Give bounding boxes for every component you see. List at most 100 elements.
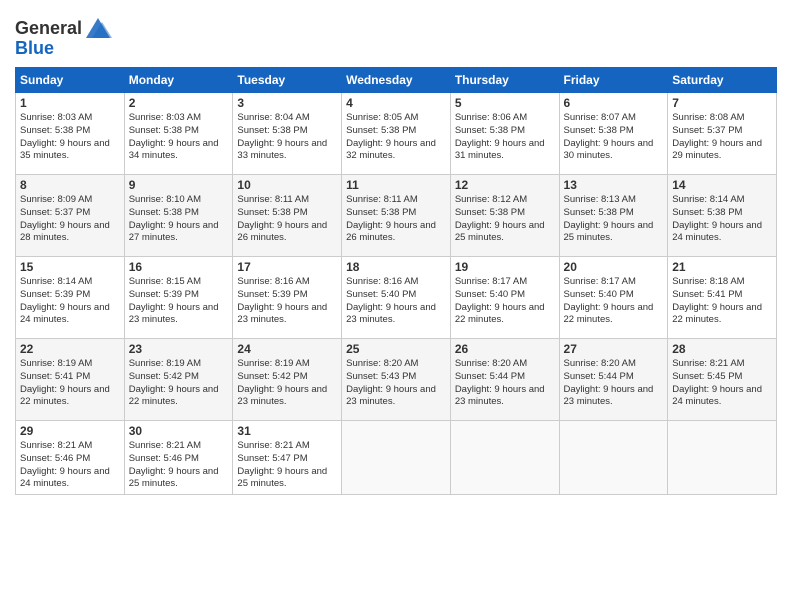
- day-number: 28: [672, 342, 772, 356]
- day-number: 6: [564, 96, 664, 110]
- day-number: 30: [129, 424, 229, 438]
- cell-info: Sunrise: 8:17 AMSunset: 5:40 PMDaylight:…: [455, 276, 555, 327]
- cell-info: Sunrise: 8:08 AMSunset: 5:37 PMDaylight:…: [672, 112, 772, 163]
- day-number: 24: [237, 342, 337, 356]
- cell-info: Sunrise: 8:07 AMSunset: 5:38 PMDaylight:…: [564, 112, 664, 163]
- cell-info: Sunrise: 8:11 AMSunset: 5:38 PMDaylight:…: [346, 194, 446, 245]
- day-number: 13: [564, 178, 664, 192]
- calendar-cell: 31 Sunrise: 8:21 AMSunset: 5:47 PMDayligh…: [233, 421, 342, 495]
- day-number: 25: [346, 342, 446, 356]
- week-row-1: 1 Sunrise: 8:03 AMSunset: 5:38 PMDaylight…: [16, 93, 777, 175]
- cell-info: Sunrise: 8:19 AMSunset: 5:41 PMDaylight:…: [20, 358, 120, 409]
- page-container: General Blue SundayMondayTuesdayWednesda…: [0, 0, 792, 505]
- page-header: General Blue: [15, 10, 777, 59]
- calendar-cell: 24 Sunrise: 8:19 AMSunset: 5:42 PMDayligh…: [233, 339, 342, 421]
- weekday-header-monday: Monday: [124, 68, 233, 93]
- day-number: 20: [564, 260, 664, 274]
- cell-info: Sunrise: 8:04 AMSunset: 5:38 PMDaylight:…: [237, 112, 337, 163]
- logo-icon: [84, 14, 112, 42]
- day-number: 11: [346, 178, 446, 192]
- day-number: 5: [455, 96, 555, 110]
- cell-info: Sunrise: 8:18 AMSunset: 5:41 PMDaylight:…: [672, 276, 772, 327]
- weekday-header-thursday: Thursday: [450, 68, 559, 93]
- day-number: 8: [20, 178, 120, 192]
- cell-info: Sunrise: 8:10 AMSunset: 5:38 PMDaylight:…: [129, 194, 229, 245]
- calendar-cell: 9 Sunrise: 8:10 AMSunset: 5:38 PMDaylight…: [124, 175, 233, 257]
- calendar-cell: 19 Sunrise: 8:17 AMSunset: 5:40 PMDayligh…: [450, 257, 559, 339]
- calendar-cell: 30 Sunrise: 8:21 AMSunset: 5:46 PMDayligh…: [124, 421, 233, 495]
- calendar-cell: 7Sunrise: 8:08 AMSunset: 5:37 PMDaylight…: [668, 93, 777, 175]
- cell-info: Sunrise: 8:21 AMSunset: 5:47 PMDaylight:…: [237, 440, 337, 491]
- calendar-cell: 29 Sunrise: 8:21 AMSunset: 5:46 PMDayligh…: [16, 421, 125, 495]
- logo: General Blue: [15, 14, 112, 59]
- weekday-header-saturday: Saturday: [668, 68, 777, 93]
- calendar-cell: 1 Sunrise: 8:03 AMSunset: 5:38 PMDaylight…: [16, 93, 125, 175]
- day-number: 31: [237, 424, 337, 438]
- day-number: 19: [455, 260, 555, 274]
- logo-general-text: General: [15, 18, 82, 39]
- week-row-4: 22 Sunrise: 8:19 AMSunset: 5:41 PMDayligh…: [16, 339, 777, 421]
- cell-info: Sunrise: 8:09 AMSunset: 5:37 PMDaylight:…: [20, 194, 120, 245]
- week-row-5: 29 Sunrise: 8:21 AMSunset: 5:46 PMDayligh…: [16, 421, 777, 495]
- cell-info: Sunrise: 8:20 AMSunset: 5:44 PMDaylight:…: [564, 358, 664, 409]
- calendar-cell: 25 Sunrise: 8:20 AMSunset: 5:43 PMDayligh…: [342, 339, 451, 421]
- calendar-cell: 14 Sunrise: 8:14 AMSunset: 5:38 PMDayligh…: [668, 175, 777, 257]
- calendar-cell: 6 Sunrise: 8:07 AMSunset: 5:38 PMDaylight…: [559, 93, 668, 175]
- weekday-header-sunday: Sunday: [16, 68, 125, 93]
- day-number: 22: [20, 342, 120, 356]
- calendar-cell: 4Sunrise: 8:05 AMSunset: 5:38 PMDaylight…: [342, 93, 451, 175]
- day-number: 14: [672, 178, 772, 192]
- calendar-cell: 16Sunrise: 8:15 AMSunset: 5:39 PMDayligh…: [124, 257, 233, 339]
- cell-info: Sunrise: 8:19 AMSunset: 5:42 PMDaylight:…: [129, 358, 229, 409]
- cell-info: Sunrise: 8:06 AMSunset: 5:38 PMDaylight:…: [455, 112, 555, 163]
- day-number: 23: [129, 342, 229, 356]
- cell-info: Sunrise: 8:21 AMSunset: 5:46 PMDaylight:…: [20, 440, 120, 491]
- day-number: 26: [455, 342, 555, 356]
- day-number: 9: [129, 178, 229, 192]
- calendar-cell: 3 Sunrise: 8:04 AMSunset: 5:38 PMDaylight…: [233, 93, 342, 175]
- calendar-cell: [668, 421, 777, 495]
- calendar-cell: 23 Sunrise: 8:19 AMSunset: 5:42 PMDayligh…: [124, 339, 233, 421]
- cell-info: Sunrise: 8:15 AMSunset: 5:39 PMDaylight:…: [129, 276, 229, 327]
- cell-info: Sunrise: 8:19 AMSunset: 5:42 PMDaylight:…: [237, 358, 337, 409]
- day-number: 17: [237, 260, 337, 274]
- cell-info: Sunrise: 8:13 AMSunset: 5:38 PMDaylight:…: [564, 194, 664, 245]
- cell-info: Sunrise: 8:20 AMSunset: 5:43 PMDaylight:…: [346, 358, 446, 409]
- calendar-cell: 20 Sunrise: 8:17 AMSunset: 5:40 PMDayligh…: [559, 257, 668, 339]
- calendar-cell: 17 Sunrise: 8:16 AMSunset: 5:39 PMDayligh…: [233, 257, 342, 339]
- week-row-2: 8 Sunrise: 8:09 AMSunset: 5:37 PMDaylight…: [16, 175, 777, 257]
- week-row-3: 15Sunrise: 8:14 AMSunset: 5:39 PMDayligh…: [16, 257, 777, 339]
- weekday-header-wednesday: Wednesday: [342, 68, 451, 93]
- calendar-cell: [559, 421, 668, 495]
- day-number: 29: [20, 424, 120, 438]
- day-number: 21: [672, 260, 772, 274]
- calendar-cell: [450, 421, 559, 495]
- calendar-cell: 12 Sunrise: 8:12 AMSunset: 5:38 PMDayligh…: [450, 175, 559, 257]
- cell-info: Sunrise: 8:14 AMSunset: 5:38 PMDaylight:…: [672, 194, 772, 245]
- calendar-cell: 13 Sunrise: 8:13 AMSunset: 5:38 PMDayligh…: [559, 175, 668, 257]
- cell-info: Sunrise: 8:16 AMSunset: 5:40 PMDaylight:…: [346, 276, 446, 327]
- calendar-cell: [342, 421, 451, 495]
- day-number: 27: [564, 342, 664, 356]
- day-number: 3: [237, 96, 337, 110]
- calendar-cell: 15Sunrise: 8:14 AMSunset: 5:39 PMDayligh…: [16, 257, 125, 339]
- cell-info: Sunrise: 8:17 AMSunset: 5:40 PMDaylight:…: [564, 276, 664, 327]
- cell-info: Sunrise: 8:03 AMSunset: 5:38 PMDaylight:…: [20, 112, 120, 163]
- weekday-header-friday: Friday: [559, 68, 668, 93]
- day-number: 18: [346, 260, 446, 274]
- cell-info: Sunrise: 8:21 AMSunset: 5:46 PMDaylight:…: [129, 440, 229, 491]
- calendar-cell: 2 Sunrise: 8:03 AMSunset: 5:38 PMDaylight…: [124, 93, 233, 175]
- calendar-cell: 26 Sunrise: 8:20 AMSunset: 5:44 PMDayligh…: [450, 339, 559, 421]
- day-number: 2: [129, 96, 229, 110]
- calendar-cell: 27 Sunrise: 8:20 AMSunset: 5:44 PMDayligh…: [559, 339, 668, 421]
- day-number: 12: [455, 178, 555, 192]
- cell-info: Sunrise: 8:20 AMSunset: 5:44 PMDaylight:…: [455, 358, 555, 409]
- weekday-header-row: SundayMondayTuesdayWednesdayThursdayFrid…: [16, 68, 777, 93]
- day-number: 1: [20, 96, 120, 110]
- calendar-cell: 10Sunrise: 8:11 AMSunset: 5:38 PMDayligh…: [233, 175, 342, 257]
- weekday-header-tuesday: Tuesday: [233, 68, 342, 93]
- cell-info: Sunrise: 8:16 AMSunset: 5:39 PMDaylight:…: [237, 276, 337, 327]
- cell-info: Sunrise: 8:03 AMSunset: 5:38 PMDaylight:…: [129, 112, 229, 163]
- calendar-cell: 5 Sunrise: 8:06 AMSunset: 5:38 PMDaylight…: [450, 93, 559, 175]
- cell-info: Sunrise: 8:12 AMSunset: 5:38 PMDaylight:…: [455, 194, 555, 245]
